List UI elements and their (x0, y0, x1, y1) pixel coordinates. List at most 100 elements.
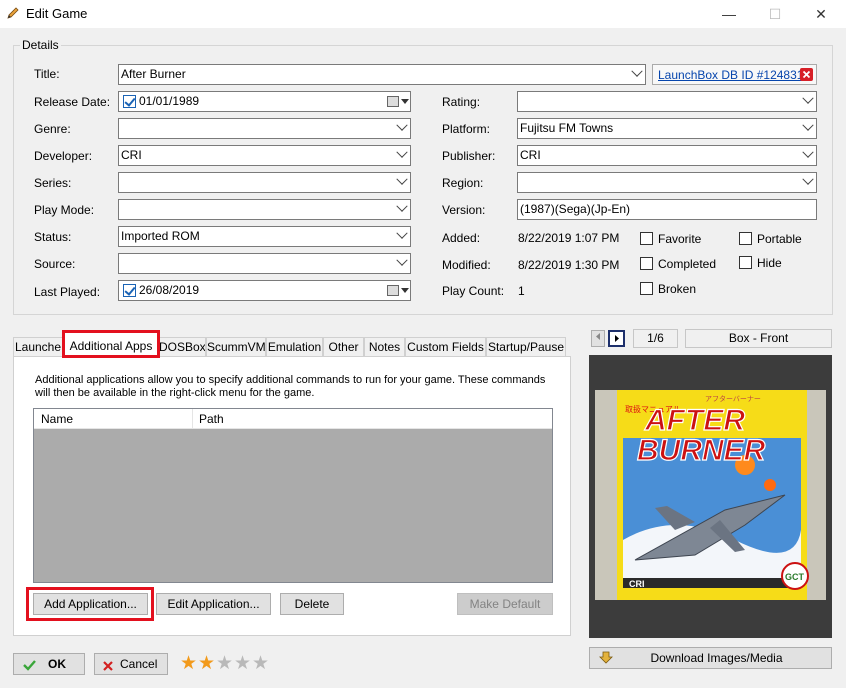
chevron-down-icon[interactable] (401, 99, 409, 104)
clear-db-id-icon[interactable] (800, 68, 813, 81)
tab-scummvm[interactable]: ScummVM (206, 337, 266, 357)
play-mode-label: Play Mode: (34, 203, 95, 217)
series-combobox[interactable] (118, 172, 411, 193)
add-application-button[interactable]: Add Application... (33, 593, 148, 615)
release-date-checkbox[interactable] (123, 95, 136, 108)
chevron-down-icon[interactable] (631, 65, 643, 77)
tab-other[interactable]: Other (323, 337, 364, 357)
tab-notes[interactable]: Notes (364, 337, 405, 357)
status-combobox[interactable]: Imported ROM (118, 226, 411, 247)
play-mode-combobox[interactable] (118, 199, 411, 220)
chevron-down-icon[interactable] (802, 92, 814, 104)
next-image-button[interactable] (608, 330, 625, 347)
tab-custom-fields[interactable]: Custom Fields (405, 337, 486, 357)
chevron-down-icon[interactable] (396, 119, 408, 131)
edit-application-button[interactable]: Edit Application... (156, 593, 271, 615)
genre-label: Genre: (34, 122, 71, 136)
release-date-picker[interactable]: 01/01/1989 (118, 91, 411, 112)
favorite-label[interactable]: Favorite (658, 232, 701, 246)
platform-combobox[interactable]: Fujitsu FM Towns (517, 118, 817, 139)
title-value: After Burner (121, 67, 186, 81)
broken-checkbox[interactable] (640, 282, 653, 295)
maximize-button[interactable]: ☐ (752, 0, 798, 28)
delete-button[interactable]: Delete (280, 593, 344, 615)
cancel-icon (102, 658, 114, 678)
make-default-button[interactable]: Make Default (457, 593, 553, 615)
cover-title-line-2: BURNER (637, 434, 766, 467)
last-played-value: 26/08/2019 (139, 283, 200, 297)
checkmark-icon (23, 657, 36, 677)
chevron-down-icon[interactable] (396, 200, 408, 212)
launchbox-db-link[interactable]: LaunchBox DB ID #124831 (658, 68, 803, 82)
chevron-down-icon[interactable] (396, 146, 408, 158)
hide-checkbox[interactable] (739, 256, 752, 269)
star-rating[interactable]: ★ ★ ★ ★ ★ (180, 654, 280, 674)
completed-checkbox[interactable] (640, 257, 653, 270)
rating-combobox[interactable] (517, 91, 817, 112)
last-played-picker[interactable]: 26/08/2019 (118, 280, 411, 301)
chevron-down-icon[interactable] (802, 146, 814, 158)
box-front-image[interactable]: 取扱マニュアル アフターバーナー AFTER BURNER CRI GCT (595, 390, 826, 600)
download-images-button[interactable]: Download Images/Media (589, 647, 832, 669)
chevron-down-icon[interactable] (396, 254, 408, 266)
details-legend: Details (20, 38, 61, 52)
region-combobox[interactable] (517, 172, 817, 193)
column-path[interactable]: Path (199, 412, 224, 426)
portable-checkbox[interactable] (739, 232, 752, 245)
completed-label[interactable]: Completed (658, 257, 716, 271)
minimize-button[interactable]: — (706, 0, 752, 28)
modified-label: Modified: (442, 258, 491, 272)
publisher-label: Publisher: (442, 149, 496, 163)
cover-art: 取扱マニュアル アフターバーナー AFTER BURNER CRI GCT (595, 390, 826, 600)
chevron-down-icon[interactable] (401, 288, 409, 293)
star-icon[interactable]: ★ (198, 654, 215, 673)
genre-combobox[interactable] (118, 118, 411, 139)
release-date-value: 01/01/1989 (139, 94, 200, 108)
last-played-checkbox[interactable] (123, 284, 136, 297)
additional-apps-list[interactable]: Name Path (33, 408, 553, 583)
image-type-selector[interactable]: Box - Front (685, 329, 832, 348)
portable-label[interactable]: Portable (757, 232, 802, 246)
star-icon[interactable]: ★ (252, 654, 269, 673)
chevron-down-icon[interactable] (802, 119, 814, 131)
star-icon[interactable]: ★ (216, 654, 233, 673)
rating-label: Rating: (442, 95, 481, 109)
last-played-label: Last Played: (34, 285, 101, 299)
chevron-down-icon[interactable] (802, 173, 814, 185)
chevron-down-icon[interactable] (396, 173, 408, 185)
tab-dosbox[interactable]: DOSBox (158, 337, 206, 357)
title-combobox[interactable]: After Burner (118, 64, 646, 85)
ok-button[interactable]: OK (13, 653, 85, 675)
publisher-combobox[interactable]: CRI (517, 145, 817, 166)
version-input[interactable]: (1987)(Sega)(Jp-En) (517, 199, 817, 220)
calendar-icon[interactable] (387, 96, 399, 107)
modified-value: 8/22/2019 1:30 PM (518, 258, 620, 272)
chevron-down-icon[interactable] (396, 227, 408, 239)
source-combobox[interactable] (118, 253, 411, 274)
previous-image-button[interactable] (591, 330, 605, 347)
tab-additional-apps[interactable]: Additional Apps (62, 330, 160, 358)
star-icon[interactable]: ★ (234, 654, 251, 673)
tab-startup-pause[interactable]: Startup/Pause (486, 337, 566, 357)
favorite-checkbox[interactable] (640, 232, 653, 245)
panel-description: Additional applications allow you to spe… (35, 374, 546, 399)
platform-value: Fujitsu FM Towns (520, 121, 614, 135)
broken-label[interactable]: Broken (658, 282, 696, 296)
column-name[interactable]: Name (41, 412, 73, 426)
download-images-label: Download Images/Media (650, 651, 783, 665)
series-label: Series: (34, 176, 72, 190)
cover-badge: GCT (785, 572, 805, 582)
hide-label[interactable]: Hide (757, 256, 782, 270)
version-label: Version: (442, 203, 486, 217)
status-label: Status: (34, 230, 72, 244)
source-label: Source: (34, 257, 76, 271)
cancel-button[interactable]: Cancel (94, 653, 168, 675)
star-icon[interactable]: ★ (180, 654, 197, 673)
close-button[interactable]: ✕ (798, 0, 844, 28)
developer-label: Developer: (34, 149, 93, 163)
calendar-icon[interactable] (387, 285, 399, 296)
developer-combobox[interactable]: CRI (118, 145, 411, 166)
tab-emulation[interactable]: Emulation (266, 337, 323, 357)
tab-launcher[interactable]: Launche (13, 337, 63, 357)
publisher-value: CRI (520, 148, 541, 162)
